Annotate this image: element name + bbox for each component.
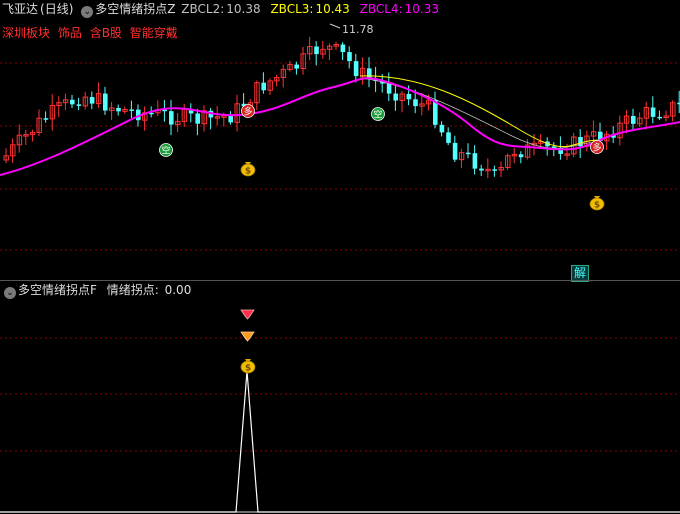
candle-body [367,68,372,79]
candle-body [195,113,200,124]
candle-body [406,93,412,100]
collapse-icon[interactable]: ⌄ [4,287,16,299]
candlestick-chart[interactable]: 11.78多多空空$$ [0,0,680,280]
candle-body [452,142,458,160]
candle-body [446,132,451,143]
candle-body [294,64,299,69]
indicator-name[interactable]: 多空情绪拐点Z [95,2,175,16]
candle-body [353,61,359,77]
diamond-icon [240,331,255,342]
zbcl2-label: ZBCL2: [181,2,225,16]
candle-body [314,46,319,55]
sub-indicator-name[interactable]: 多空情绪拐点F [18,283,97,297]
collapse-icon[interactable]: ⌄ [81,6,94,18]
kong-signal-icon-text: 空 [373,109,382,121]
diamond-icon [240,309,255,320]
candle-body [169,111,174,125]
stock-tags: 深圳板块 饰品 含B股 智能穿戴 [2,24,182,41]
candle-body [89,97,95,104]
candle-body [466,152,471,155]
sentiment-value: 0.00 [164,283,192,297]
candle-body [347,52,352,62]
sentiment-chart[interactable]: $ [0,281,680,514]
candle-body [631,116,636,124]
candle-body [43,118,49,120]
stock-name: 飞亚达 [2,2,39,16]
candle-body [492,169,497,171]
candle-body [103,93,108,111]
candle-body [518,154,524,158]
candle-body [228,115,233,123]
candle-body [261,82,266,91]
zbcl3-value: 10.43 [315,2,350,16]
ma-yellow-line [359,75,601,147]
zbcl4-value: 10.33 [404,2,439,16]
money-bag-symbol: $ [594,201,600,211]
zbcl3-label: ZBCL3: [270,2,314,16]
sub-header: ⌄ 多空情绪拐点F 情绪拐点: 0.00 [2,282,193,299]
tag-region[interactable]: 深圳板块 [2,26,50,40]
zbcl2-value: 10.38 [226,2,261,16]
tag-industry[interactable]: 饰品 [58,26,82,40]
candle-body [386,83,392,94]
candle-body [657,116,662,119]
tag-bshare[interactable]: 含B股 [90,26,122,40]
main-chart-pane[interactable]: 11.78 多多空空 $ $ 飞亚达 (日线) ⌄ 多空情绪拐点Z ZBCL2: 10.38… [0,0,680,282]
price-annotation-pointer [329,23,341,29]
candle-body [393,93,398,101]
candle-body [76,104,82,106]
candle-body [439,124,445,133]
candle-body [70,99,75,105]
period-label: (日线) [40,2,74,16]
candle-body [340,44,346,53]
duo-signal-icon-text: 多 [592,142,601,154]
sub-chart-pane[interactable]: $ ⌄ 多空情绪拐点F 情绪拐点: 0.00 [0,281,680,514]
ma-magenta-line [0,77,680,176]
candle-body [116,107,121,112]
candle-body [472,153,478,169]
sentiment-label: 情绪拐点: [106,283,159,297]
duo-signal-icon-text: 多 [243,106,252,118]
candle-body [479,168,484,171]
candle-body [129,109,134,111]
kong-signal-icon-text: 空 [161,145,170,157]
candle-body [650,107,656,117]
candle-body [551,146,557,148]
candle-body [413,99,418,107]
zbcl4-label: ZBCL4: [359,2,403,16]
money-bag-symbol: $ [245,167,251,177]
money-bag-symbol: $ [245,364,251,374]
main-header: 飞亚达 (日线) ⌄ 多空情绪拐点Z ZBCL2: 10.38 ZBCL3: 10.43… [2,1,441,18]
ma-gray-line [359,77,601,149]
price-annotation-label: 11.78 [342,23,374,36]
sentiment-line [0,370,680,513]
tag-concept[interactable]: 智能穿戴 [130,26,178,40]
